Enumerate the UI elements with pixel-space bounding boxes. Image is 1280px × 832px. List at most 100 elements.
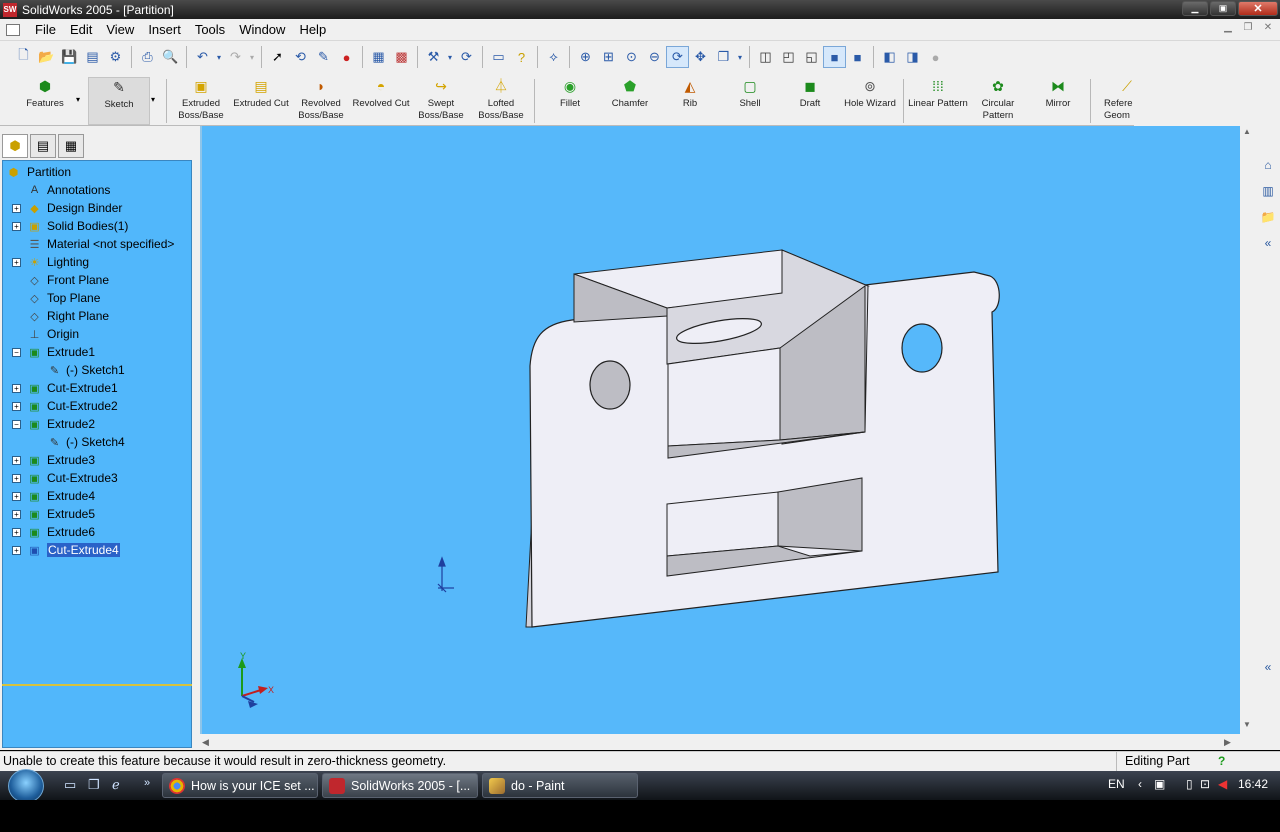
tree-item[interactable]: − ▣ Extrude1 [3, 343, 191, 361]
menu-help[interactable]: Help [292, 22, 333, 37]
tree-root[interactable]: ⬢ Partition [3, 163, 191, 181]
open-icon[interactable]: 📂 [35, 46, 58, 68]
zoom-in-out-icon[interactable]: ⊙ [620, 46, 643, 68]
file-explorer-icon[interactable]: 📁 [1259, 208, 1277, 226]
rotate-component-icon[interactable]: ⟳ [455, 46, 478, 68]
expand-toggle-icon[interactable]: + [12, 455, 21, 465]
features-group-button[interactable]: ⬢ Features [14, 77, 76, 125]
shadows-icon[interactable]: ◧ [878, 46, 901, 68]
menu-tools[interactable]: Tools [188, 22, 232, 37]
tree-item[interactable]: + ☀ Lighting [3, 253, 191, 271]
tree-item[interactable]: + ▣ Cut-Extrude4 [3, 541, 191, 559]
redo-icon[interactable]: ↷ [224, 46, 247, 68]
document-icon[interactable] [6, 23, 20, 36]
zoom-to-area-icon[interactable]: ⊞ [597, 46, 620, 68]
rotate-view-icon[interactable]: ⟳ [666, 46, 689, 68]
properties-icon[interactable]: ▭ [487, 46, 510, 68]
grid-icon[interactable]: ▦ [367, 46, 390, 68]
reference-geometry-button[interactable]: ⟋ Refere Geom [1094, 77, 1134, 125]
menu-window[interactable]: Window [232, 22, 292, 37]
expand-toggle-icon[interactable]: + [12, 473, 21, 483]
quick-launch-more-icon[interactable]: » [144, 777, 150, 789]
expand-toggle-icon[interactable]: + [12, 257, 21, 267]
shaded-with-edges-icon[interactable]: ■ [823, 46, 846, 68]
tree-item[interactable]: ◇ Front Plane [3, 271, 191, 289]
start-button[interactable] [8, 769, 44, 803]
view-orientation-dropdown-icon[interactable]: ▾ [735, 46, 745, 68]
tree-item[interactable]: + ▣ Solid Bodies(1) [3, 217, 191, 235]
tree-item[interactable]: + ◆ Design Binder [3, 199, 191, 217]
expand-toggle-icon[interactable]: − [12, 419, 21, 429]
shaded-icon[interactable]: ■ [846, 46, 869, 68]
pan-icon[interactable]: ✥ [689, 46, 712, 68]
language-indicator[interactable]: EN [1108, 777, 1125, 791]
wireframe-icon[interactable]: ◫ [754, 46, 777, 68]
doc-minimize-button[interactable]: ▁ [1220, 22, 1236, 33]
feature-manager-tab-icon[interactable]: ⬢ [2, 134, 28, 158]
doc-restore-button[interactable]: ❐ [1240, 22, 1256, 33]
help-icon[interactable]: ? [510, 46, 533, 68]
scroll-up-icon[interactable]: ▲ [1243, 127, 1251, 136]
minimize-button[interactable]: ▁ [1182, 1, 1208, 16]
tree-item[interactable]: ◇ Top Plane [3, 289, 191, 307]
show-hidden-icons-icon[interactable]: ‹ [1138, 777, 1142, 791]
design-library-icon[interactable]: ▥ [1259, 182, 1277, 200]
tree-item[interactable]: + ▣ Extrude6 [3, 523, 191, 541]
hole-wizard-button[interactable]: ⊚ Hole Wizard [839, 77, 901, 125]
rib-button[interactable]: ◭ Rib [659, 77, 721, 125]
swept-boss-button[interactable]: ↪ Swept Boss/Base [410, 77, 472, 125]
vertical-scrollbar[interactable]: ▲ ▼ [1240, 126, 1256, 734]
rebuild-icon[interactable]: ⟲ [289, 46, 312, 68]
expand-toggle-icon[interactable]: − [12, 347, 21, 357]
expand-toggle-icon[interactable]: + [12, 527, 21, 537]
chamfer-button[interactable]: ⬟ Chamfer [599, 77, 661, 125]
new-icon[interactable]: 🗋 [12, 46, 35, 68]
menu-insert[interactable]: Insert [141, 22, 188, 37]
extruded-cut-button[interactable]: ▤ Extruded Cut [230, 77, 292, 125]
realview-icon[interactable]: ● [924, 46, 947, 68]
switch-windows-icon[interactable]: ❐ [88, 777, 100, 793]
brick-icon[interactable]: ▩ [390, 46, 413, 68]
rollback-bar[interactable] [2, 684, 192, 686]
configuration-manager-tab-icon[interactable]: ▦ [58, 134, 84, 158]
tree-item[interactable]: + ▣ Extrude5 [3, 505, 191, 523]
expand-toggle-icon[interactable]: + [12, 221, 21, 231]
volume-icon[interactable]: ◀ [1218, 777, 1227, 791]
menu-view[interactable]: View [99, 22, 141, 37]
tree-item[interactable]: A Annotations [3, 181, 191, 199]
revolved-cut-button[interactable]: ◓ Revolved Cut [350, 77, 412, 125]
scroll-down-icon[interactable]: ▼ [1243, 720, 1251, 729]
select-icon[interactable]: ➚ [266, 46, 289, 68]
expand-toggle-icon[interactable]: + [12, 509, 21, 519]
tree-item[interactable]: ✎ (-) Sketch1 [3, 361, 191, 379]
quick-tips-help-icon[interactable]: ? [1218, 754, 1232, 768]
tree-item[interactable]: ◇ Right Plane [3, 307, 191, 325]
solidworks-resources-icon[interactable]: ⌂ [1259, 156, 1277, 174]
expand-toggle-icon[interactable]: + [12, 491, 21, 501]
expand-task-pane-icon[interactable]: « [1259, 658, 1277, 676]
draft-button[interactable]: ◼ Draft [779, 77, 841, 125]
lofted-boss-button[interactable]: ⏃ Lofted Boss/Base [470, 77, 532, 125]
maximize-button[interactable]: ▣ [1210, 1, 1236, 16]
undo-dropdown-icon[interactable]: ▾ [214, 46, 224, 68]
zoom-to-selection-icon[interactable]: ⊖ [643, 46, 666, 68]
show-desktop-icon[interactable]: ▭ [64, 777, 76, 793]
task-chrome[interactable]: How is your ICE set ... [162, 773, 318, 798]
hidden-lines-removed-icon[interactable]: ◱ [800, 46, 823, 68]
make-drawing-icon[interactable]: ▤ [81, 46, 104, 68]
collapse-task-pane-icon[interactable]: « [1259, 234, 1277, 252]
network-icon[interactable]: ⊡ [1200, 777, 1210, 791]
tray-app-icon[interactable]: ▣ [1154, 777, 1165, 791]
tree-item[interactable]: + ▣ Extrude4 [3, 487, 191, 505]
undo-icon[interactable]: ↶ [191, 46, 214, 68]
battery-icon[interactable]: ▯ [1186, 777, 1193, 791]
graphics-area[interactable]: Y X [200, 126, 1240, 734]
task-solidworks[interactable]: SolidWorks 2005 - [... [322, 773, 478, 798]
tree-item[interactable]: − ▣ Extrude2 [3, 415, 191, 433]
print-preview-icon[interactable]: 🔍 [159, 46, 182, 68]
tree-item[interactable]: + ▣ Cut-Extrude3 [3, 469, 191, 487]
redo-dropdown-icon[interactable]: ▾ [247, 46, 257, 68]
save-icon[interactable]: 💾 [58, 46, 81, 68]
internet-explorer-icon[interactable]: ℯ [112, 777, 120, 793]
property-manager-tab-icon[interactable]: ▤ [30, 134, 56, 158]
